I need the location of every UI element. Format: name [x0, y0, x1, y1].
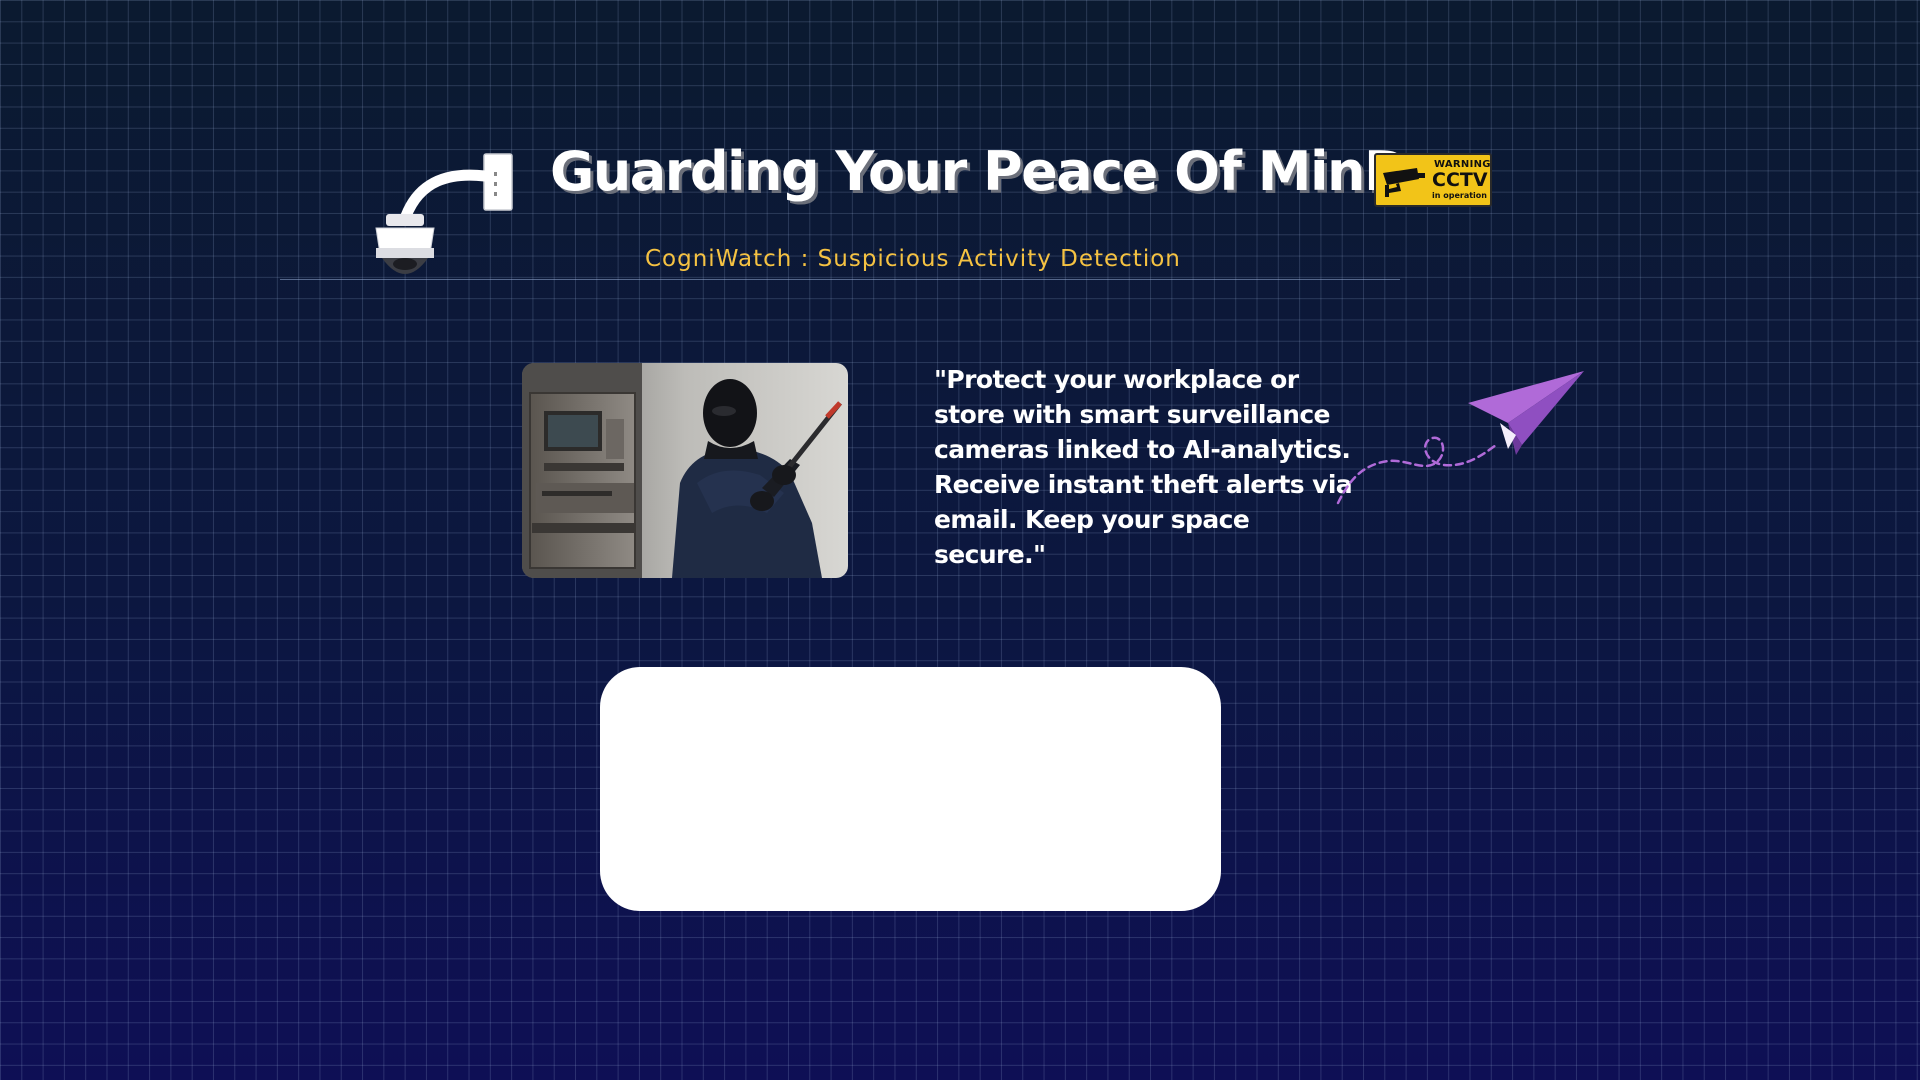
content-panel	[600, 667, 1221, 911]
page-subtitle: CogniWatch : Suspicious Activity Detecti…	[645, 246, 1181, 272]
security-camera-icon	[370, 150, 520, 295]
header-divider	[280, 279, 1400, 280]
paper-plane-icon	[1330, 365, 1600, 520]
sign-cctv-text: CCTV	[1432, 169, 1488, 191]
cctv-warning-sign-icon	[1383, 168, 1425, 197]
hero-quote: "Protect your workplace or store with sm…	[934, 365, 1353, 569]
sign-operation-text: in operation	[1432, 191, 1487, 200]
cctv-warning-sign: WARNING CCTV in operation	[1374, 153, 1492, 207]
page-title: Guarding Your Peace Of MinD	[550, 140, 1409, 203]
hero-image-thief-at-atm	[522, 363, 848, 578]
